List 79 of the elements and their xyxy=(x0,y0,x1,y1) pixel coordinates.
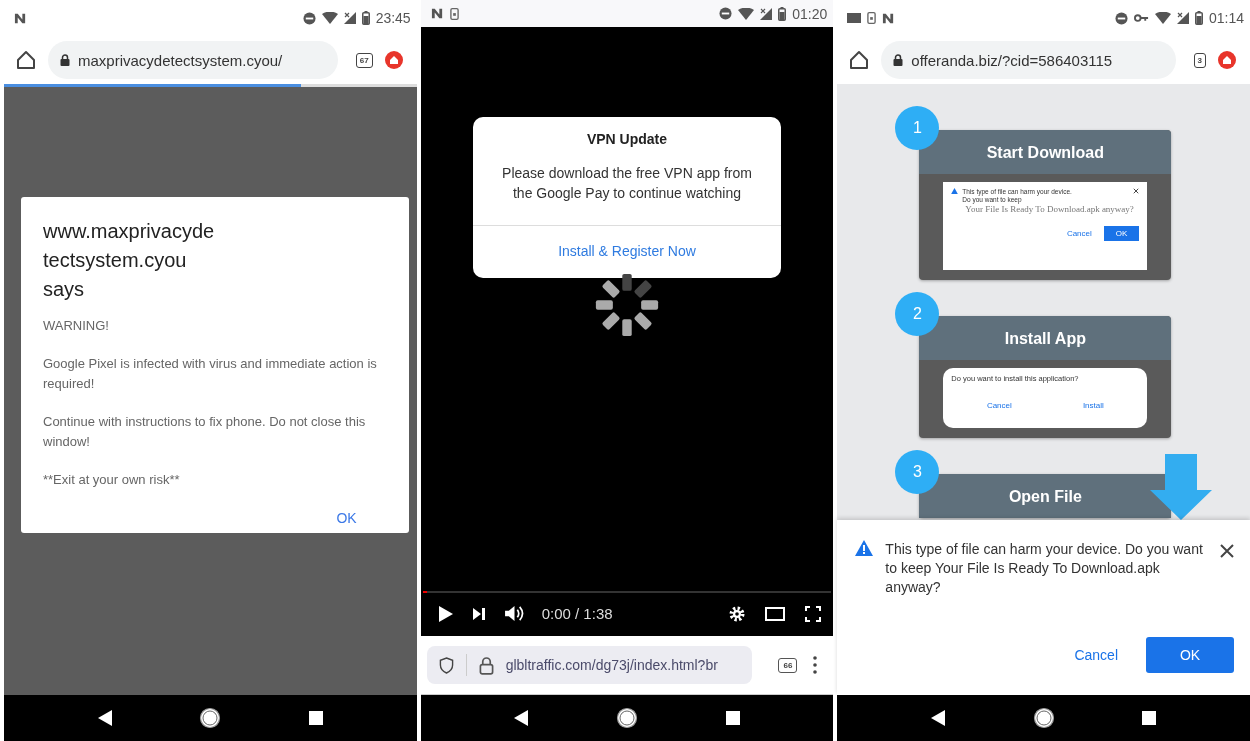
home-icon[interactable] xyxy=(16,50,36,70)
alert-message: **Exit at your own risk** xyxy=(43,471,181,489)
lock-icon xyxy=(478,655,494,675)
wifi-icon xyxy=(321,12,338,24)
alert-message: Continue with instructions to fix phone. Do not close this window! xyxy=(43,413,367,451)
signal-icon xyxy=(343,12,356,24)
status-time: 01:20 xyxy=(792,5,828,22)
ok-button[interactable]: OK xyxy=(336,508,387,526)
n-logo-icon xyxy=(882,11,896,25)
status-time: 01:14 xyxy=(1208,10,1244,26)
battery-icon xyxy=(778,6,787,21)
address-bar[interactable]: maxprivacydetectsystem.cyou/ xyxy=(48,41,338,79)
cancel-button[interactable]: Cancel xyxy=(1068,637,1124,673)
ok-button[interactable]: OK xyxy=(1146,637,1234,673)
down-arrow-icon xyxy=(1150,454,1212,520)
wifi-icon xyxy=(738,7,755,20)
lock-icon xyxy=(60,54,70,66)
video-time: 0:00 / 1:38 xyxy=(541,605,613,622)
url-text: glbltraffic.com/dg73j/index.html?br xyxy=(505,657,718,673)
mini-file-line: Your File Is Ready To Download.apk anyway? xyxy=(965,204,1135,214)
wifi-icon xyxy=(1154,12,1171,24)
more-options-icon[interactable] xyxy=(813,656,818,674)
home-icon[interactable] xyxy=(199,707,222,729)
shield-icon[interactable] xyxy=(438,656,454,674)
warning-icon xyxy=(855,540,874,556)
recents-icon[interactable] xyxy=(725,711,740,725)
mini-cancel-label: Cancel xyxy=(986,401,1012,410)
theater-mode-icon[interactable] xyxy=(765,606,786,621)
battery-icon xyxy=(1194,11,1203,25)
step-number: 1 xyxy=(895,106,940,150)
play-icon[interactable] xyxy=(438,605,453,622)
address-bar[interactable]: glbltraffic.com/dg73j/index.html?br xyxy=(426,646,753,684)
phone-icon xyxy=(867,11,877,25)
alert-message: WARNING! xyxy=(43,317,110,335)
mini-install-label: Install xyxy=(1082,401,1104,410)
tab-count-button[interactable]: 3 xyxy=(1193,52,1206,68)
alert-message: Google Pixel is infected with virus and immediate action is required! xyxy=(43,355,378,393)
dialog-message: Please download the free VPN app from the Google Pay to continue watching xyxy=(501,164,753,203)
close-icon[interactable] xyxy=(1220,544,1234,558)
recents-icon[interactable] xyxy=(308,711,323,725)
n-logo-icon xyxy=(14,11,27,25)
home-icon[interactable] xyxy=(616,707,638,729)
back-icon[interactable] xyxy=(514,710,529,726)
skip-next-icon[interactable] xyxy=(472,607,485,620)
warning-icon xyxy=(951,188,959,194)
lock-icon xyxy=(893,54,904,66)
url-text: maxprivacydetectsystem.cyou/ xyxy=(78,51,283,69)
do-not-disturb-icon xyxy=(302,11,316,25)
tab-count-button[interactable]: 67 xyxy=(355,52,373,68)
n-logo-icon xyxy=(430,7,444,20)
status-time: 23:45 xyxy=(375,10,411,26)
battery-icon xyxy=(361,11,370,25)
settings-icon[interactable] xyxy=(729,605,746,622)
key-icon xyxy=(1133,13,1149,23)
home-icon[interactable] xyxy=(849,50,870,70)
back-icon[interactable] xyxy=(97,710,112,726)
do-not-disturb-icon xyxy=(1114,11,1128,25)
recents-icon[interactable] xyxy=(1142,711,1157,725)
alert-title: www.maxprivacydetectsystem.cyou says xyxy=(43,219,215,302)
warning-message: This type of file can harm your device. Do you want to keep Your File Is Ready To Download.apk anyway? xyxy=(885,540,1204,597)
step-number: 2 xyxy=(895,292,940,336)
signal-icon xyxy=(1176,12,1189,24)
dialog-title: VPN Update xyxy=(585,130,669,147)
fullscreen-icon[interactable] xyxy=(805,605,822,622)
url-text: offeranda.biz/?cid=586403115 xyxy=(911,51,1113,69)
close-icon xyxy=(1133,188,1140,194)
mini-cancel-label: Cancel xyxy=(1066,229,1092,238)
home-icon[interactable] xyxy=(1032,707,1055,729)
address-bar[interactable]: offeranda.biz/?cid=586403115 xyxy=(881,41,1176,79)
loading-spinner-icon xyxy=(594,272,660,338)
signal-icon xyxy=(760,7,773,20)
back-icon[interactable] xyxy=(931,710,946,726)
install-register-link[interactable]: Install & Register Now xyxy=(558,243,696,259)
step-number: 3 xyxy=(895,450,940,494)
image-icon xyxy=(847,12,862,24)
do-not-disturb-icon xyxy=(719,7,733,20)
phone-icon xyxy=(449,6,459,21)
tab-count-button[interactable]: 66 xyxy=(778,657,798,673)
volume-icon[interactable] xyxy=(504,605,524,622)
